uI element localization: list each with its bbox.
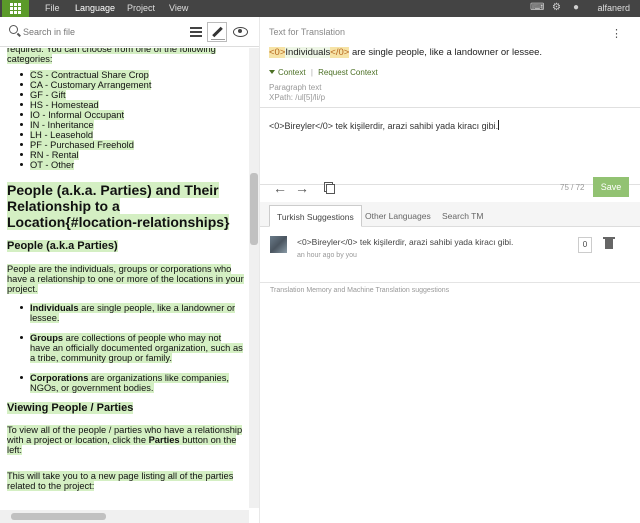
translation-text[interactable]: <0>Bireyler</0> tek kişilerdir, arazi sa… — [269, 120, 500, 131]
menu-language[interactable]: Language — [75, 3, 115, 13]
new-page-paragraph: This will take you to a new page listing… — [7, 471, 234, 491]
translation-panel: Text for Translation ⋮ <0>Individuals</0… — [260, 17, 640, 523]
list-item: Groups are collections of people who may… — [18, 333, 243, 363]
list-item: IO - Informal Occupant — [18, 110, 151, 120]
save-button[interactable]: Save — [593, 177, 629, 197]
list-item: CA - Customary Arrangement — [18, 80, 152, 90]
list-item: CS - Contractual Share Crop — [18, 70, 151, 80]
party-type-list: Individuals are single people, like a la… — [18, 303, 243, 393]
section-heading: People (a.k.a. Parties) and Their Relati… — [7, 182, 230, 230]
source-text: <0>Individuals</0> are single people, li… — [269, 47, 543, 58]
request-context-link[interactable]: Request Context — [318, 68, 378, 77]
document-preview: required. You can choose from one of the… — [0, 48, 249, 508]
list-item: LH - Leasehold — [18, 130, 151, 140]
gear-icon[interactable]: ⚙ — [552, 3, 561, 13]
context-toggle[interactable]: Context | Request Context — [269, 68, 378, 77]
list-item: GF - Gift — [18, 90, 151, 100]
list-item: OT - Other — [18, 160, 151, 170]
tab-turkish-suggestions[interactable]: Turkish Suggestions — [269, 205, 362, 227]
suggestion-text[interactable]: <0>Bireyler</0> tek kişilerdir, arazi sa… — [297, 237, 513, 247]
tm-section-label: Translation Memory and Machine Translati… — [260, 282, 640, 298]
apps-grid-icon[interactable] — [2, 0, 29, 17]
document-panel: required. You can choose from one of the… — [0, 17, 259, 523]
preview-eye-icon[interactable] — [231, 22, 251, 42]
list-item: RN - Rental — [18, 150, 151, 160]
username[interactable]: alfanerd — [597, 3, 630, 13]
caret-down-icon — [269, 70, 275, 74]
trash-icon[interactable] — [603, 237, 615, 249]
copy-source-icon[interactable] — [324, 182, 335, 194]
suggestions-area: Turkish Suggestions Other Languages Sear… — [260, 202, 640, 523]
scrollbar-thumb[interactable] — [250, 173, 258, 245]
menu-file[interactable]: File — [45, 3, 60, 13]
viewing-paragraph: To view all of the people / parties who … — [7, 425, 243, 455]
category-list: CS - Contractual Share Crop CA - Customa… — [18, 70, 152, 170]
list-item: HS - Homestead — [18, 100, 151, 110]
tab-search-tm[interactable]: Search TM — [435, 205, 490, 227]
vertical-scrollbar[interactable] — [249, 48, 259, 508]
menu-project[interactable]: Project — [127, 3, 155, 13]
suggestions-tabbar: Turkish Suggestions Other Languages Sear… — [260, 202, 640, 227]
more-options-icon[interactable]: ⋮ — [611, 27, 622, 40]
previous-arrow-icon[interactable]: ← — [273, 181, 287, 195]
xpath-meta: XPath: /ul[5]/li/p — [269, 93, 326, 102]
character-count: 75 / 72 — [560, 183, 585, 192]
intro-paragraph: required. You can choose from one of the… — [7, 48, 245, 64]
viewing-heading: Viewing People / Parties — [7, 402, 134, 414]
source-label: Text for Translation — [269, 27, 346, 37]
scrollbar-thumb[interactable] — [11, 513, 106, 520]
paragraph-meta: Paragraph text — [269, 83, 322, 92]
search-icon — [9, 25, 18, 34]
menu-view[interactable]: View — [169, 3, 188, 13]
horizontal-scrollbar[interactable] — [0, 510, 249, 523]
list-item: PF - Purchased Freehold — [18, 140, 151, 150]
next-arrow-icon[interactable]: → — [295, 181, 309, 195]
edit-mode-icon[interactable] — [207, 22, 227, 42]
top-menubar: File Language Project View ⌨ ⚙ ● alfaner… — [0, 0, 640, 17]
suggestion-item[interactable]: <0>Bireyler</0> tek kişilerdir, arazi sa… — [260, 232, 640, 268]
avatar — [270, 236, 287, 253]
vote-count[interactable]: 0 — [578, 237, 592, 253]
user-icon[interactable]: ● — [573, 3, 579, 13]
search-toolbar — [0, 17, 259, 47]
people-heading: People (a.k.a Parties) — [7, 240, 118, 252]
suggestion-meta: an hour ago by you — [297, 252, 357, 259]
list-item: Individuals are single people, like a la… — [18, 303, 243, 323]
translation-input[interactable]: <0>Bireyler</0> tek kişilerdir, arazi sa… — [260, 107, 640, 185]
people-paragraph: People are the individuals, groups or co… — [7, 264, 244, 294]
keyboard-icon[interactable]: ⌨ — [530, 3, 544, 13]
list-view-icon[interactable] — [186, 22, 206, 42]
list-item: IN - Inheritance — [18, 120, 151, 130]
search-input[interactable] — [23, 23, 183, 41]
tab-other-languages[interactable]: Other Languages — [358, 205, 438, 227]
list-item: Corporations are organizations like comp… — [18, 373, 243, 393]
